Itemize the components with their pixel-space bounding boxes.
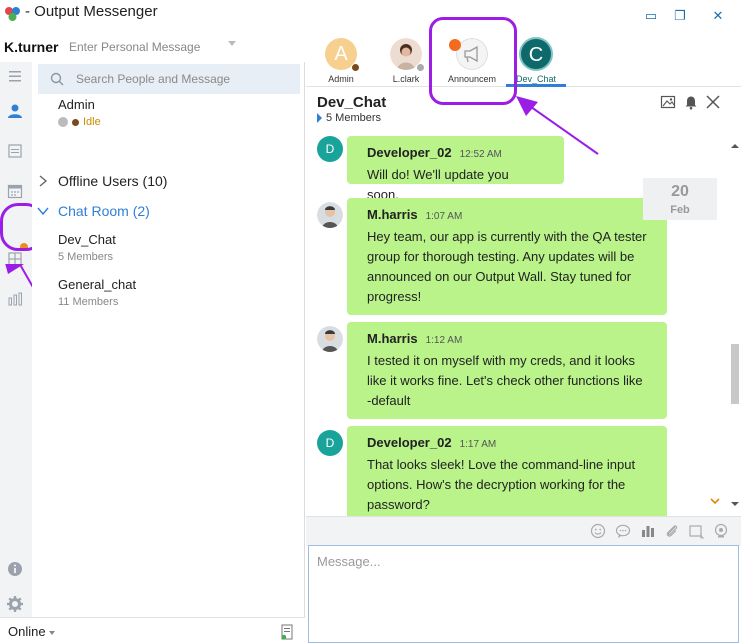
current-user-name: K.turner [4,39,59,55]
menu-icon[interactable] [6,67,24,85]
restore-button[interactable]: ❐ [670,6,690,26]
chat-bubble-icon[interactable] [615,523,631,539]
status-footer: Online [0,617,305,643]
contact-name: Admin [58,97,95,112]
image-gallery-icon[interactable] [660,94,676,110]
message-sender: Developer_02 [367,145,452,160]
presence-status-dropdown[interactable]: Online [8,624,55,639]
room-name: Dev_Chat [58,232,116,247]
message-bubble[interactable]: Developer_02 1:17 AM That looks sleek! Lo… [347,426,667,523]
settings-gear-icon[interactable] [6,595,24,613]
calendar-icon[interactable] [6,182,24,200]
jump-to-latest-icon[interactable] [710,498,720,506]
compose-toolbar [306,516,741,546]
avatar: C [519,37,553,71]
info-icon[interactable] [6,560,24,578]
date-month: Feb [670,204,690,216]
avatar: D [317,136,343,162]
notes-icon[interactable] [6,142,24,160]
tab-label: Admin [328,74,354,84]
contact-status-text: Idle [83,116,101,128]
contact-admin[interactable]: Admin Idle [58,97,101,128]
room-general-chat[interactable]: General_chat 11 Members [58,277,136,308]
group-offline-label: Offline Users (10) [58,173,168,189]
scroll-down-icon[interactable] [731,500,739,508]
tab-l-clark[interactable]: L.clark [376,36,436,86]
chat-members[interactable]: 5 Members [317,112,381,124]
message-bubble[interactable]: Developer_02 12:52 AM Will do! We'll upda… [347,136,564,202]
room-members: 5 Members [58,251,114,263]
left-panel: K.turner Enter Personal Message Search P… [0,32,305,643]
message-sender: M.harris [367,207,418,222]
poll-icon[interactable] [640,523,656,539]
message-time: 1:17 AM [459,439,497,450]
message-time: 1:12 AM [425,335,463,346]
message-scrollbar[interactable] [729,142,741,506]
group-offline-users[interactable]: Offline Users (10) [36,173,167,189]
desktop-client-icon [58,117,68,127]
chat-members-count: 5 Members [326,112,382,124]
message-text: That looks sleek! Love the command-line … [367,457,636,512]
contact-list: Admin Idle Offline Users (10) Chat Room … [32,62,304,622]
search-icon [50,72,64,86]
app-logo-icon [5,7,20,21]
emoji-icon[interactable] [590,523,606,539]
personal-message-input[interactable] [64,37,244,57]
message-text: Hey team, our app is currently with the … [367,229,647,304]
window-title: - Output Messenger [25,3,158,20]
minimize-button[interactable]: ▭ [641,6,661,26]
room-name: General_chat [58,277,137,292]
search-input[interactable] [76,64,296,94]
search-box[interactable] [38,64,300,94]
personal-message-dropdown-icon[interactable] [228,41,236,46]
output-messenger-window: - Output Messenger ▭ ❐ ✕ K.turner Enter … [0,0,741,643]
user-header: K.turner [0,32,305,62]
chat-header: Dev_Chat 5 Members [306,88,741,128]
avatar [317,202,343,228]
group-chat-room-label: Chat Room (2) [58,203,150,219]
chevron-right-icon [39,175,48,187]
close-icon[interactable] [705,94,721,110]
scroll-up-icon[interactable] [731,142,739,150]
message-text: I tested it on myself with my creds, and… [367,353,643,408]
message-time: 12:52 AM [459,149,502,160]
room-dev-chat[interactable]: Dev_Chat 5 Members [58,232,116,263]
tab-admin[interactable]: A Admin [311,36,371,86]
expand-members-icon [317,113,322,123]
message-sender: Developer_02 [367,435,452,450]
close-window-button[interactable]: ✕ [708,6,728,26]
chat-panel: A Admin L.clark Announcem C Dev_Chat Dev… [306,17,741,643]
date-separator: 20 Feb [643,178,717,220]
idle-status-dot [72,118,79,126]
bell-icon[interactable] [683,94,699,110]
room-members: 11 Members [58,296,119,308]
chevron-down-icon [37,207,49,216]
contact-status: Idle [58,116,101,128]
message-bubble[interactable]: M.harris 1:07 AM Hey team, our app is cur… [347,198,667,315]
message-time: 1:07 AM [425,211,463,222]
avatar: D [317,430,343,456]
title-bar: - Output Messenger ▭ ❐ ✕ [0,0,741,32]
tab-label: L.clark [392,74,420,84]
group-chat-room[interactable]: Chat Room (2) [36,203,150,219]
network-status-icon[interactable] [281,624,293,640]
voice-message-icon[interactable] [713,523,729,539]
screenshot-icon[interactable] [688,523,704,539]
avatar [317,326,343,352]
idle-status-dot [351,63,360,72]
date-day: 20 [671,183,689,200]
presence-status-label: Online [8,624,46,639]
attachment-icon[interactable] [664,523,680,539]
message-input[interactable] [309,546,738,642]
scroll-thumb[interactable] [731,344,739,404]
message-sender: M.harris [367,331,418,346]
offline-status-dot [416,63,425,72]
message-compose-box[interactable] [308,545,739,643]
message-bubble[interactable]: M.harris 1:12 AM I tested it on myself wi… [347,322,667,419]
chat-tabs: A Admin L.clark Announcem C Dev_Chat [306,32,741,87]
chat-title: Dev_Chat [317,94,387,111]
chevron-down-icon [48,630,55,635]
contacts-icon[interactable] [6,102,24,120]
